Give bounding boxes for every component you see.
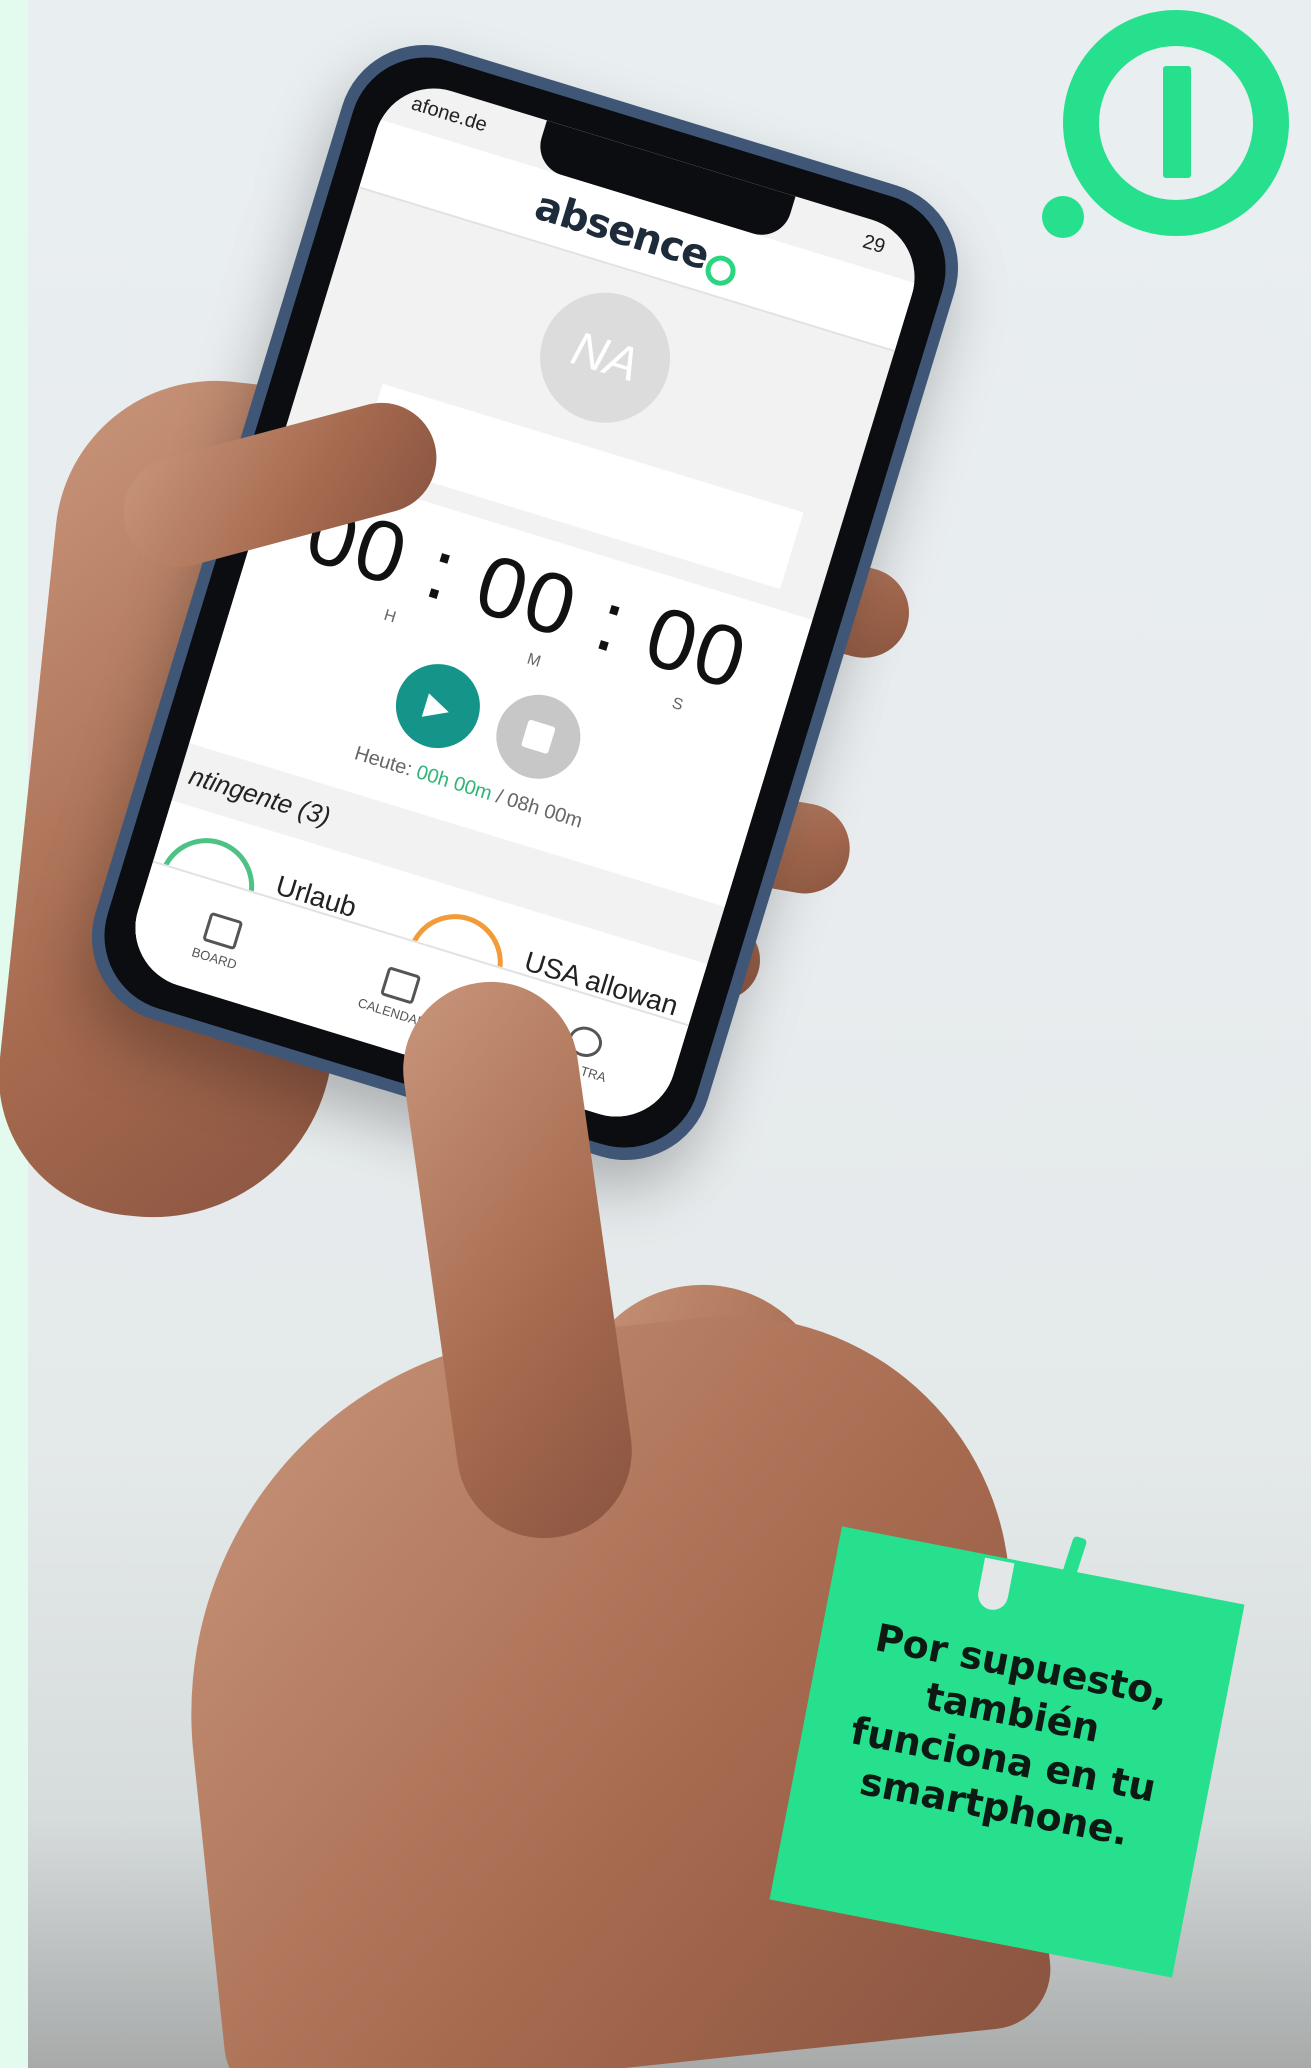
calendar-icon — [380, 965, 422, 1005]
unit-minutes: M — [524, 650, 543, 671]
nav-dashboard[interactable]: BOARD — [190, 909, 249, 972]
battery-label: 29 — [859, 230, 888, 259]
unit-seconds: S — [669, 694, 685, 715]
start-timer-button[interactable]: ▶ — [385, 653, 491, 759]
app-logo-icon — [702, 251, 740, 290]
marketing-image: afone.de 29 absence NA 00 : 00 : 00 H M … — [0, 0, 1311, 2068]
stop-timer-button[interactable] — [485, 684, 591, 790]
unit-hours: H — [381, 606, 398, 627]
today-label: Heute: — [351, 742, 415, 781]
today-target: / 08h 00m — [493, 785, 585, 833]
today-worked: 00h 00m — [413, 761, 495, 806]
brand-logo-bar — [1163, 66, 1191, 178]
dashboard-icon — [202, 911, 244, 950]
stop-icon — [520, 719, 556, 755]
phone-screen: afone.de 29 absence NA 00 : 00 : 00 H M … — [120, 73, 930, 1132]
carrier-label: afone.de — [408, 92, 490, 137]
play-icon: ▶ — [420, 685, 455, 727]
brand-logo-dot — [1042, 196, 1084, 238]
avatar[interactable]: NA — [523, 276, 687, 439]
